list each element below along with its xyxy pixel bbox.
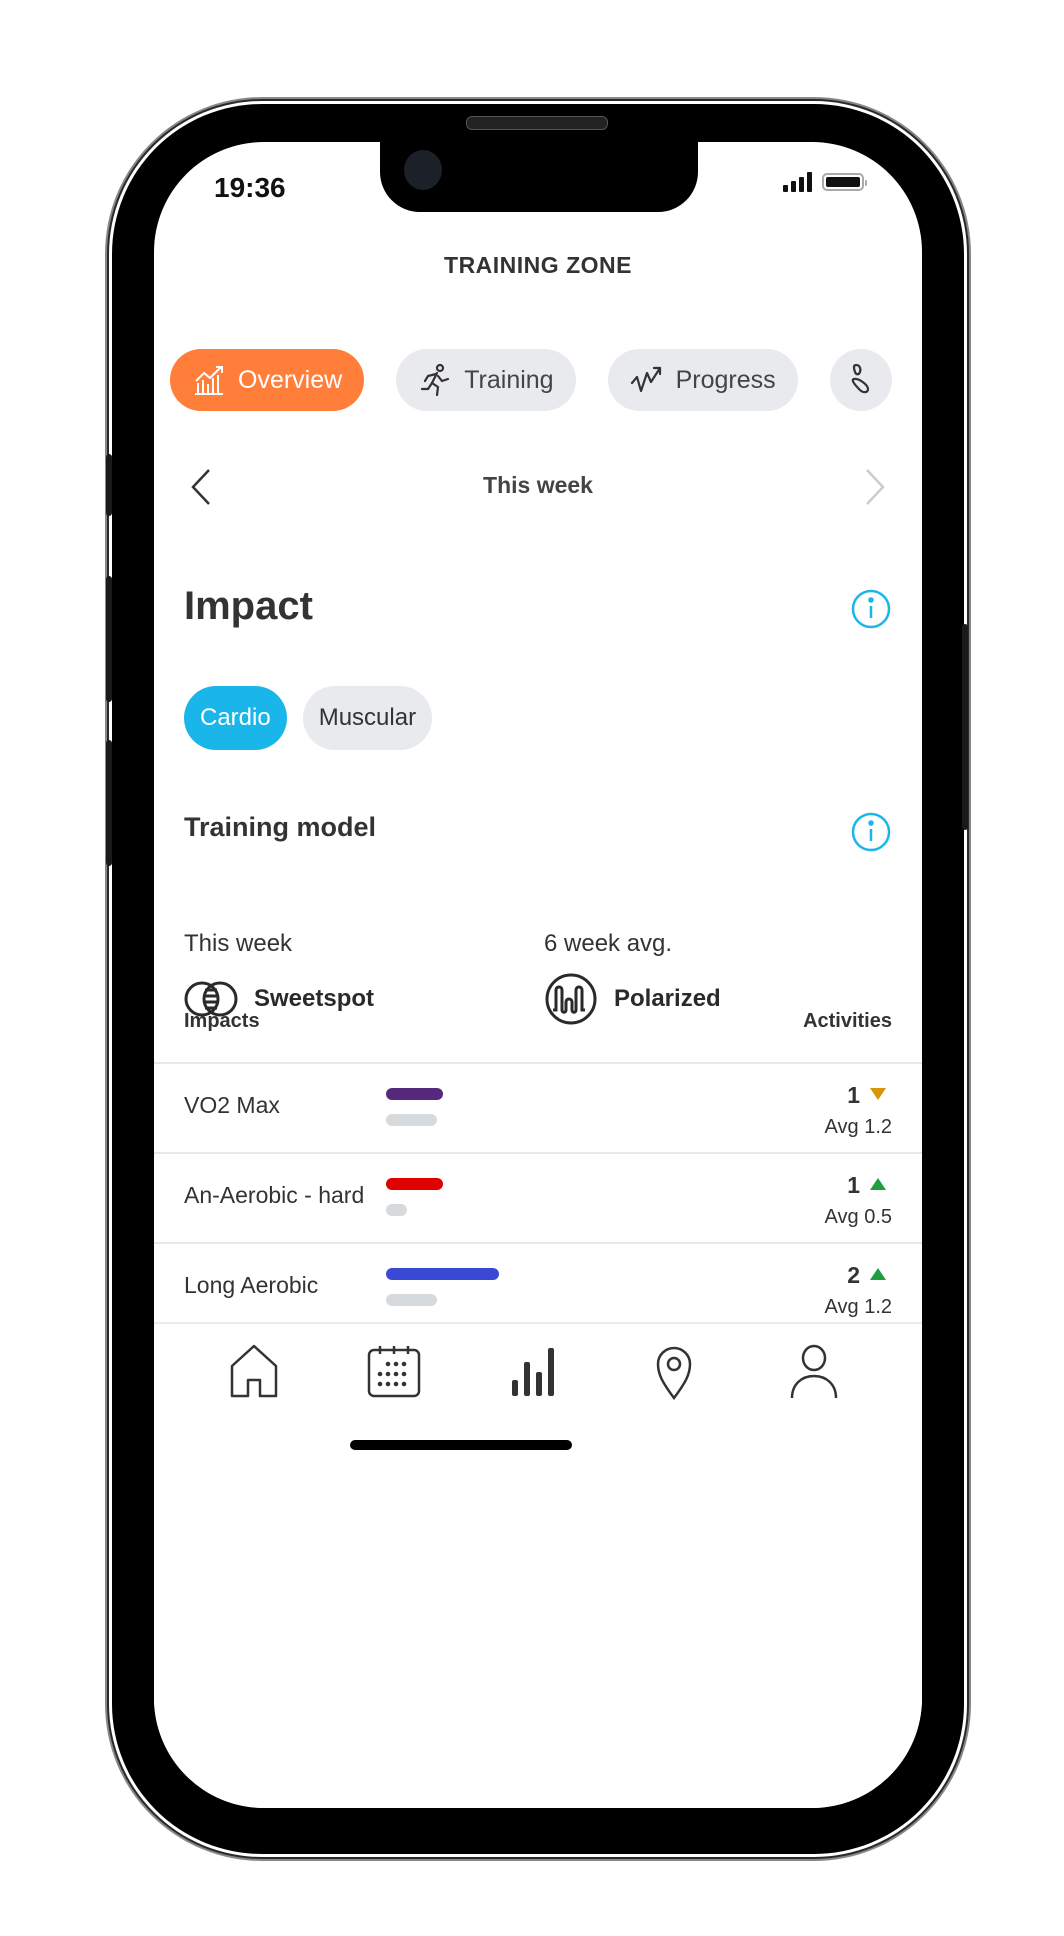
model-label: 6 week avg. bbox=[544, 930, 673, 957]
table-row[interactable]: VO2 Max 1 Avg 1.2 bbox=[154, 1062, 922, 1152]
home-icon[interactable] bbox=[226, 1344, 282, 1400]
tab-training[interactable]: Training bbox=[396, 349, 576, 411]
profile-icon[interactable] bbox=[786, 1344, 842, 1400]
side-button-mute bbox=[106, 454, 112, 516]
impact-name: An-Aerobic - hard bbox=[184, 1182, 365, 1208]
tab-bar: Overview Training Progress bbox=[170, 349, 892, 411]
week-label: This week bbox=[483, 472, 593, 498]
activity-count: 1 bbox=[847, 1082, 860, 1108]
bar-chart-icon[interactable] bbox=[506, 1344, 562, 1400]
table-row[interactable]: Long Aerobic 2 Avg 1.2 bbox=[154, 1242, 922, 1332]
map-pin-icon[interactable] bbox=[646, 1344, 702, 1400]
current-bar bbox=[386, 1088, 443, 1100]
impacts-table-header: Impacts Activities bbox=[184, 1010, 892, 1033]
trend-up-icon bbox=[870, 1268, 886, 1280]
activity-count: 1 bbox=[847, 1172, 860, 1198]
tab-overview[interactable]: Overview bbox=[170, 349, 365, 411]
footprints-icon bbox=[851, 363, 869, 394]
tab-label: Training bbox=[464, 365, 554, 394]
model-value: Polarized bbox=[614, 985, 721, 1012]
info-icon[interactable] bbox=[850, 811, 892, 853]
signal-icon bbox=[783, 172, 812, 192]
activity-average: Avg 1.2 bbox=[824, 1116, 892, 1138]
runner-icon bbox=[421, 363, 450, 397]
tab-progress[interactable]: Progress bbox=[607, 349, 798, 411]
app-screen: 19:36 TRAINING ZONE Overview Training Pr… bbox=[154, 142, 922, 1808]
calendar-icon[interactable] bbox=[366, 1344, 422, 1400]
col-impacts: Impacts bbox=[184, 1010, 260, 1032]
average-bar bbox=[386, 1204, 407, 1216]
earpiece-speaker bbox=[466, 116, 608, 130]
activity-count: 2 bbox=[847, 1262, 860, 1288]
table-row[interactable]: An-Aerobic - hard 1 Avg 0.5 bbox=[154, 1152, 922, 1242]
chip-muscular[interactable]: Muscular bbox=[302, 686, 433, 750]
model-value: Sweetspot bbox=[254, 985, 375, 1012]
bottom-nav bbox=[154, 1322, 922, 1808]
info-icon[interactable] bbox=[850, 588, 892, 630]
chart-growth-icon bbox=[195, 366, 223, 395]
average-bar bbox=[386, 1114, 437, 1126]
training-model-title: Training model bbox=[184, 812, 377, 842]
tab-label: Progress bbox=[675, 365, 776, 394]
current-bar bbox=[386, 1268, 499, 1280]
activity-average: Avg 0.5 bbox=[824, 1206, 892, 1228]
home-indicator bbox=[350, 1440, 572, 1450]
trend-down-icon bbox=[870, 1088, 886, 1100]
trend-up-icon bbox=[870, 1178, 886, 1190]
col-activities: Activities bbox=[803, 1010, 892, 1032]
average-bar bbox=[386, 1294, 437, 1306]
model-this-week: This week Sweetspot bbox=[184, 930, 374, 1018]
status-time: 19:36 bbox=[214, 172, 286, 203]
activity-average: Avg 1.2 bbox=[824, 1296, 892, 1318]
tab-label: Overview bbox=[238, 365, 343, 394]
front-camera bbox=[404, 150, 442, 190]
impact-type-toggle: Cardio Muscular bbox=[184, 686, 433, 750]
model-label: This week bbox=[184, 930, 293, 957]
chip-cardio[interactable]: Cardio bbox=[184, 686, 287, 750]
impact-title: Impact bbox=[184, 584, 313, 628]
impact-name: VO2 Max bbox=[184, 1092, 280, 1118]
impact-name: Long Aerobic bbox=[184, 1272, 319, 1298]
side-button-volume-up bbox=[106, 576, 112, 702]
tab-footprints[interactable] bbox=[829, 349, 892, 411]
status-icons bbox=[783, 172, 867, 192]
battery-icon bbox=[822, 173, 867, 191]
current-bar bbox=[386, 1178, 443, 1190]
page-title: TRAINING ZONE bbox=[444, 252, 632, 278]
week-navigator: This week bbox=[154, 462, 922, 512]
chevron-right-icon[interactable] bbox=[864, 468, 886, 506]
side-button-volume-down bbox=[106, 740, 112, 866]
trend-arrow-icon bbox=[630, 366, 661, 393]
side-button-power bbox=[962, 624, 968, 830]
